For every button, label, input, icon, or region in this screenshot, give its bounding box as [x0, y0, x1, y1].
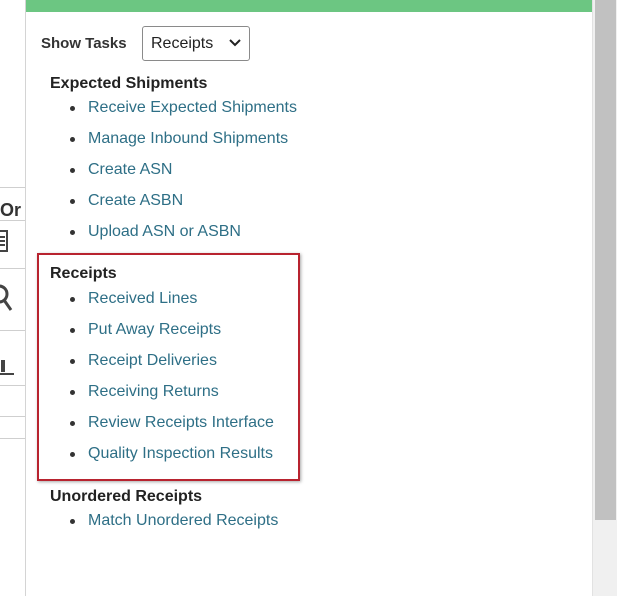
list-item: Upload ASN or ASBN: [50, 222, 297, 253]
bullet: [70, 297, 75, 302]
divider: [0, 268, 26, 269]
divider: [0, 187, 26, 188]
divider: [0, 220, 26, 221]
task-link-put-away-receipts[interactable]: Put Away Receipts: [88, 321, 221, 338]
bullet: [70, 137, 75, 142]
task-link-review-receipts-interface[interactable]: Review Receipts Interface: [88, 414, 274, 431]
bullet: [70, 359, 75, 364]
section-title-receipts: Receipts: [50, 265, 117, 282]
list-item: Receive Expected Shipments: [50, 98, 297, 129]
chevron-down-icon: [229, 39, 241, 47]
list-item: Put Away Receipts: [50, 320, 274, 351]
scrollbar-thumb[interactable]: [595, 0, 616, 520]
list-item: Receiving Returns: [50, 382, 274, 413]
section-title-unordered-receipts: Unordered Receipts: [50, 488, 203, 505]
task-list-expected-shipments: Receive Expected Shipments Manage Inboun…: [50, 98, 297, 253]
task-link-create-asbn[interactable]: Create ASBN: [88, 192, 183, 209]
list-item: Review Receipts Interface: [50, 413, 274, 444]
bullet: [70, 230, 75, 235]
list-item: Create ASN: [50, 160, 297, 191]
list-item: Receipt Deliveries: [50, 351, 274, 382]
list-item: Received Lines: [50, 289, 274, 320]
bullet: [70, 106, 75, 111]
task-link-receive-expected-shipments[interactable]: Receive Expected Shipments: [88, 99, 297, 116]
task-list-unordered-receipts: Match Unordered Receipts: [50, 511, 278, 542]
task-link-create-asn[interactable]: Create ASN: [88, 161, 172, 178]
section-title-expected-shipments: Expected Shipments: [50, 75, 208, 92]
list-item: Manage Inbound Shipments: [50, 129, 297, 160]
task-link-receiving-returns[interactable]: Receiving Returns: [88, 383, 219, 400]
select-value: Receipts: [151, 35, 214, 52]
document-icon[interactable]: [0, 230, 10, 252]
bullet: [70, 168, 75, 173]
list-item: Match Unordered Receipts: [50, 511, 278, 542]
task-link-manage-inbound-shipments[interactable]: Manage Inbound Shipments: [88, 130, 288, 147]
task-link-quality-inspection-results[interactable]: Quality Inspection Results: [88, 445, 273, 462]
divider: [0, 330, 26, 331]
bullet: [70, 390, 75, 395]
partial-heading: Or: [0, 200, 22, 220]
task-list-receipts: Received Lines Put Away Receipts Receipt…: [50, 289, 274, 475]
task-link-received-lines[interactable]: Received Lines: [88, 290, 197, 307]
divider: [0, 438, 26, 439]
show-tasks-label: Show Tasks: [41, 35, 127, 52]
panel-accent-bar: [26, 0, 592, 12]
divider: [0, 385, 26, 386]
divider: [0, 416, 26, 417]
screen: Or Show Tasks Receipts Expected Shipment…: [0, 0, 617, 596]
list-item: Quality Inspection Results: [50, 444, 274, 475]
task-link-receipt-deliveries[interactable]: Receipt Deliveries: [88, 352, 217, 369]
bullet: [70, 328, 75, 333]
scrollbar-track[interactable]: [592, 0, 617, 596]
bullet: [70, 452, 75, 457]
show-tasks-select[interactable]: Receipts: [142, 26, 250, 61]
search-icon[interactable]: [0, 284, 14, 312]
list-item: Create ASBN: [50, 191, 297, 222]
task-link-upload-asn-or-asbn[interactable]: Upload ASN or ASBN: [88, 223, 241, 240]
bullet: [70, 421, 75, 426]
chart-icon[interactable]: [0, 342, 14, 376]
task-link-match-unordered-receipts[interactable]: Match Unordered Receipts: [88, 512, 278, 529]
bullet: [70, 199, 75, 204]
task-panel: Show Tasks Receipts Expected Shipments R…: [25, 0, 592, 596]
background-page: Or: [0, 0, 26, 596]
bullet: [70, 519, 75, 524]
